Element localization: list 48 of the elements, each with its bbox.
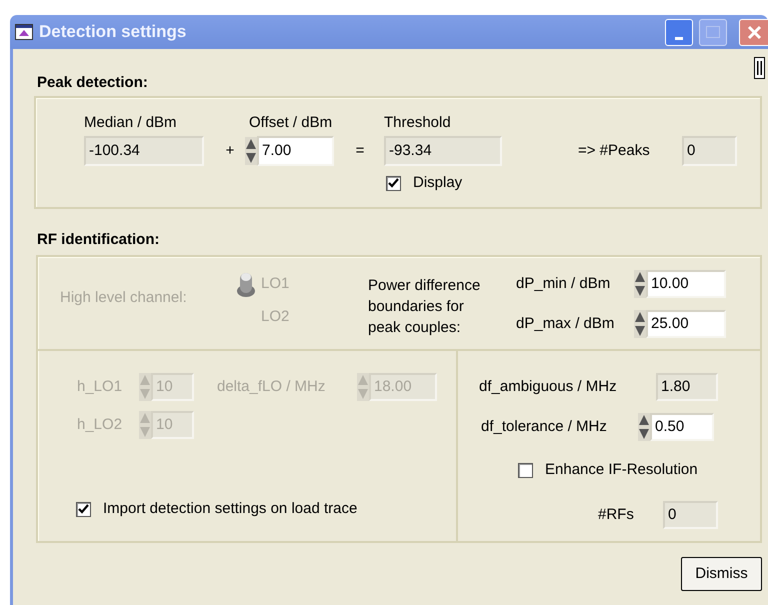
equals-sign: = [354, 142, 366, 160]
minimize-icon [675, 36, 683, 40]
app-icon [15, 24, 33, 40]
field-label: Threshold [384, 114, 452, 132]
value-display: 0 [682, 136, 737, 166]
number-field[interactable]: 7.00 [257, 136, 334, 166]
switch-option-label: LO1 [261, 275, 290, 293]
section-heading: RF identification: [37, 231, 160, 249]
section-heading: Peak detection: [37, 74, 148, 92]
number-field[interactable]: 10.00 [646, 270, 726, 298]
checkbox[interactable] [518, 462, 533, 478]
value-display: -93.34 [384, 136, 502, 166]
value-display: 0 [663, 501, 718, 529]
field-label: Offset / dBm [249, 114, 334, 132]
checkbox-label: Display [413, 174, 462, 192]
pause-icon[interactable] [754, 57, 765, 79]
checkbox[interactable] [76, 502, 91, 516]
spin-buttons[interactable] [638, 413, 650, 441]
description-text: Power difference boundaries for peak couples: [368, 276, 482, 338]
checkbox[interactable] [386, 176, 401, 190]
value-display: 1.80 [656, 373, 718, 401]
close-button[interactable] [739, 18, 768, 46]
field-label: h_LO2 [77, 416, 124, 434]
value-display: -100.34 [84, 136, 204, 166]
minimize-button[interactable] [665, 18, 693, 46]
spin-buttons[interactable] [634, 310, 646, 338]
field-label: => #Peaks [578, 142, 651, 160]
field-label: Median / dBm [84, 114, 178, 132]
number-field[interactable]: 25.00 [646, 310, 726, 338]
plus-sign: + [224, 142, 236, 160]
field-label: df_tolerance / MHz [481, 418, 608, 436]
field-label: #RFs [598, 506, 635, 524]
field-label: dP_min / dBm [516, 275, 612, 293]
window-title: Detection settings [39, 21, 186, 44]
field-label: High level channel: [60, 289, 188, 307]
dismiss-button[interactable]: Dismiss [681, 557, 762, 591]
field-label: h_LO1 [77, 378, 124, 396]
maximize-icon [706, 26, 720, 38]
spin-buttons[interactable] [634, 270, 646, 298]
switch-option-label: LO2 [261, 308, 290, 326]
field-label: dP_max / dBm [516, 315, 616, 333]
checkbox-label: Enhance IF-Resolution [545, 461, 698, 479]
spin-buttons[interactable] [245, 137, 257, 165]
close-icon [746, 24, 762, 40]
field-label: df_ambiguous / MHz [479, 378, 618, 396]
checkbox-label: Import detection settings on load trace [103, 500, 358, 518]
number-field[interactable]: 0.50 [650, 413, 714, 441]
field-label: delta_fLO / MHz [217, 378, 326, 396]
